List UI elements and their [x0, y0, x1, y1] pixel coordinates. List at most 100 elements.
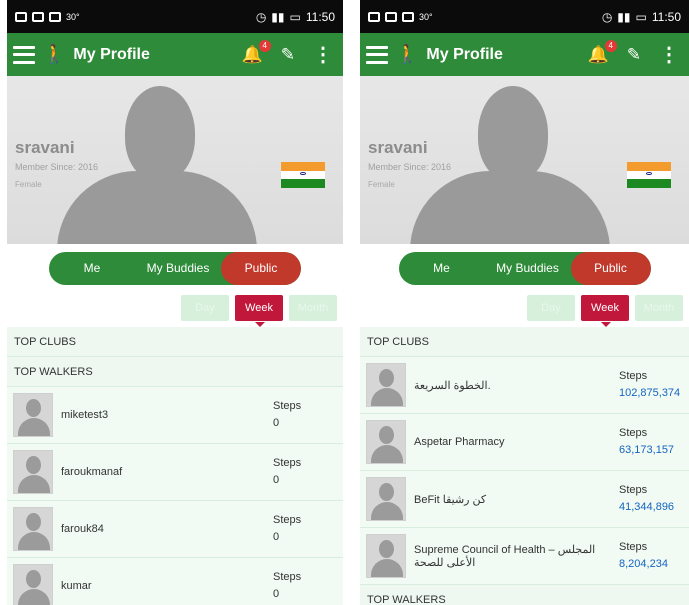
steps-block: Steps 8,204,234	[619, 539, 689, 573]
steps-block: Steps 102,875,374	[619, 368, 689, 402]
steps-value: 63,173,157	[619, 444, 675, 456]
steps-value: 0	[273, 588, 280, 600]
clock: 11:50	[651, 9, 681, 24]
sim-icon	[15, 11, 27, 22]
avatar	[366, 420, 406, 464]
walker-name: kumar	[61, 580, 92, 592]
profile-gender: Female	[368, 180, 395, 189]
india-flag-icon	[281, 162, 325, 188]
steps-label: Steps	[273, 457, 302, 469]
day-button[interactable]: Day	[181, 295, 229, 321]
list-item[interactable]: miketest3 Steps 0	[7, 387, 343, 444]
status-bar: 30° ◷ ▮▮ ▭ 11:50	[360, 0, 689, 33]
club-name: Aspetar Pharmacy	[414, 436, 505, 448]
notification-badge: 4	[258, 39, 271, 52]
scope-segmented-control: Me My Buddies Public	[398, 252, 651, 285]
top-clubs-header[interactable]: TOP CLUBS	[7, 327, 343, 357]
club-name: Supreme Council of Health – المجلس الأعل…	[414, 544, 596, 569]
walker-logo-icon: 🚶	[396, 44, 419, 64]
list-item[interactable]: farouk84 Steps 0	[7, 501, 343, 558]
steps-value: 8,204,234	[619, 558, 668, 570]
menu-icon[interactable]	[13, 45, 35, 64]
message-icon	[385, 11, 397, 22]
mail-icon	[402, 11, 414, 22]
page-title: My Profile	[73, 45, 150, 63]
avatar	[13, 564, 53, 605]
notification-bell-icon[interactable]: 🔔 4	[242, 39, 271, 65]
steps-block: Steps 0	[273, 398, 343, 432]
page-title: My Profile	[426, 45, 503, 63]
avatar	[13, 393, 53, 437]
tab-public[interactable]: Public	[570, 252, 651, 285]
steps-label: Steps	[619, 427, 648, 439]
list-item[interactable]: kumar Steps 0	[7, 558, 343, 605]
notification-bell-icon[interactable]: 🔔 4	[588, 39, 617, 65]
steps-block: Steps 41,344,896	[619, 482, 689, 516]
app-toolbar: 🚶 My Profile 🔔 4 ✎ ⋮	[7, 33, 343, 76]
month-button[interactable]: Month	[289, 295, 337, 321]
battery-icon: ▭	[289, 9, 301, 24]
member-since: Member Since: 2016	[15, 162, 99, 172]
profile-gender: Female	[15, 180, 42, 189]
steps-value: 0	[273, 417, 280, 429]
avatar	[13, 507, 53, 551]
right-screen: 30° ◷ ▮▮ ▭ 11:50 🚶 My Profile 🔔 4 ✎ ⋮ sravan…	[360, 0, 689, 605]
scope-segmented-control: Me My Buddies Public	[49, 252, 301, 285]
steps-value: 102,875,374	[619, 387, 681, 399]
edit-icon[interactable]: ✎	[281, 45, 295, 65]
steps-label: Steps	[619, 484, 648, 496]
tab-my-buddies[interactable]: My Buddies	[485, 252, 571, 285]
walker-name: miketest3	[61, 409, 109, 421]
mail-icon	[49, 11, 61, 22]
sim-icon	[368, 11, 380, 22]
india-flag-icon	[627, 162, 671, 188]
temperature-icon: 30°	[66, 11, 80, 22]
tab-me[interactable]: Me	[49, 252, 135, 285]
clock: 11:50	[305, 9, 335, 24]
walker-logo-icon: 🚶	[43, 44, 66, 64]
left-screen: 30° ◷ ▮▮ ▭ 11:50 🚶 My Profile 🔔 4 ✎ ⋮ sravan…	[7, 0, 343, 605]
steps-block: Steps 0	[273, 569, 343, 603]
list-item[interactable]: الخطوة السريعة. Steps 102,875,374	[360, 357, 689, 414]
club-name: BeFit كن رشيقا	[414, 493, 487, 506]
tab-public[interactable]: Public	[221, 252, 301, 285]
top-clubs-header[interactable]: TOP CLUBS	[360, 327, 689, 357]
message-icon	[32, 11, 44, 22]
week-button[interactable]: Week	[235, 295, 283, 327]
day-button[interactable]: Day	[527, 295, 575, 321]
app-toolbar: 🚶 My Profile 🔔 4 ✎ ⋮	[360, 33, 689, 76]
walker-name: farouk84	[61, 523, 104, 535]
edit-icon[interactable]: ✎	[627, 45, 641, 65]
profile-name: sravani	[15, 138, 75, 157]
steps-block: Steps 0	[273, 512, 343, 546]
list-item[interactable]: Supreme Council of Health – المجلس الأعل…	[360, 528, 689, 585]
more-options-icon[interactable]: ⋮	[313, 42, 333, 67]
list-item[interactable]: BeFit كن رشيقا Steps 41,344,896	[360, 471, 689, 528]
steps-block: Steps 0	[273, 455, 343, 489]
notification-badge: 4	[604, 39, 617, 52]
signal-icon: ▮▮	[271, 9, 285, 24]
list-item[interactable]: Aspetar Pharmacy Steps 63,173,157	[360, 414, 689, 471]
top-walkers-header[interactable]: TOP WALKERS	[7, 357, 343, 387]
profile-header: sravani Member Since: 2016 Female	[360, 76, 689, 244]
steps-label: Steps	[273, 571, 302, 583]
week-button[interactable]: Week	[581, 295, 629, 327]
top-walkers-header[interactable]: TOP WALKERS	[360, 585, 689, 605]
menu-icon[interactable]	[366, 45, 388, 64]
signal-icon: ▮▮	[617, 9, 631, 24]
steps-block: Steps 63,173,157	[619, 425, 689, 459]
avatar	[366, 534, 406, 578]
list-item[interactable]: faroukmanaf Steps 0	[7, 444, 343, 501]
walker-name: faroukmanaf	[61, 466, 123, 478]
steps-label: Steps	[273, 514, 302, 526]
avatar	[366, 363, 406, 407]
battery-icon: ▭	[635, 9, 647, 24]
alarm-icon: ◷	[601, 9, 613, 24]
period-selector: Day Week Month	[7, 285, 343, 327]
more-options-icon[interactable]: ⋮	[659, 42, 679, 67]
month-button[interactable]: Month	[635, 295, 683, 321]
alarm-icon: ◷	[255, 9, 267, 24]
period-selector: Day Week Month	[360, 285, 689, 327]
tab-my-buddies[interactable]: My Buddies	[135, 252, 221, 285]
tab-me[interactable]: Me	[399, 252, 485, 285]
